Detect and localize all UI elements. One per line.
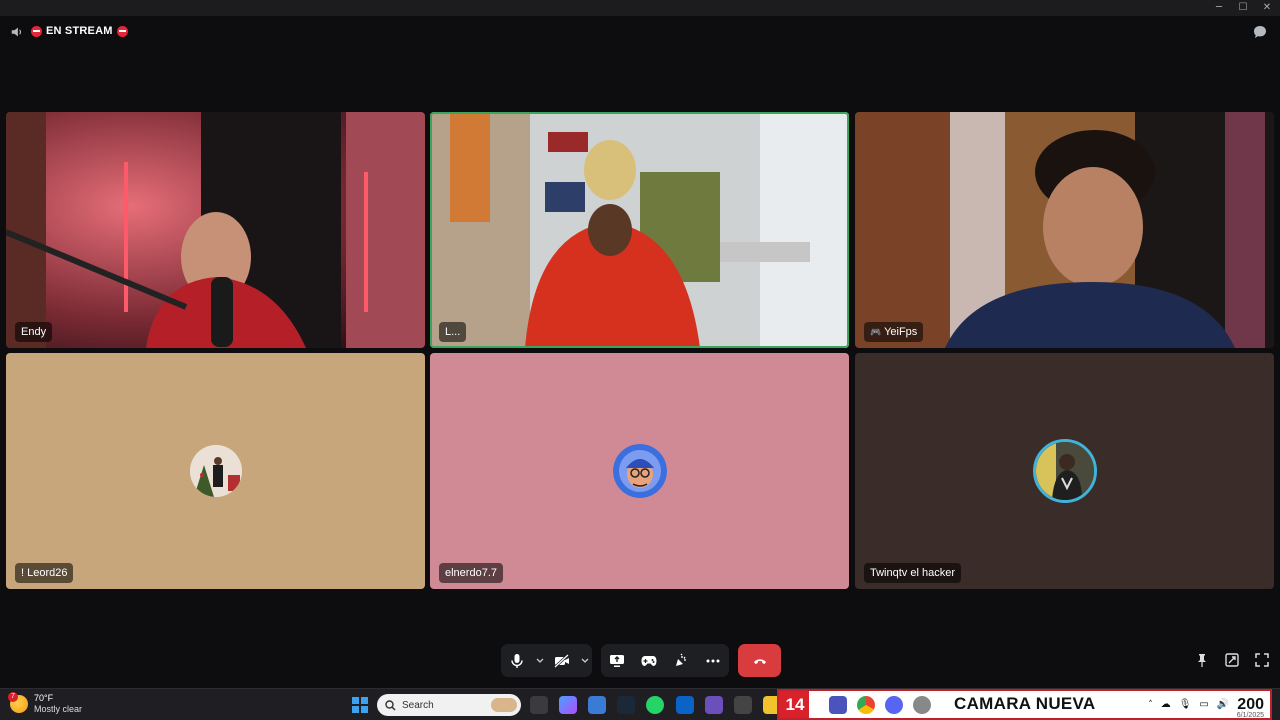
chevron-down-icon — [536, 658, 544, 663]
participant-tile-leord26[interactable]: ! Leord26 — [6, 353, 425, 589]
soundboard-button[interactable] — [665, 644, 697, 677]
participant-tile-yeifps[interactable]: 🎮 YeiFps — [855, 112, 1274, 348]
close-button[interactable]: ✕ — [1262, 3, 1272, 13]
more-icon — [706, 659, 720, 662]
chevron-down-icon — [581, 658, 589, 663]
app-icon[interactable] — [734, 696, 752, 714]
task-view-icon[interactable] — [530, 696, 548, 714]
microphone-icon — [511, 653, 523, 668]
taskbar-search[interactable]: Search — [377, 694, 521, 716]
camera-options-caret[interactable] — [578, 644, 592, 677]
gamepad-icon: 🎮 — [870, 328, 882, 338]
mic-tray-icon[interactable]: 🎙 — [1179, 699, 1192, 710]
overlay-number: 14 — [779, 691, 811, 718]
phone-hangup-icon — [753, 658, 766, 664]
participant-name-text: YeiFps — [884, 326, 918, 338]
weather-condition: Mostly clear — [34, 704, 83, 714]
outlook-icon[interactable] — [676, 696, 694, 714]
soundboard-icon — [676, 653, 686, 666]
teams-icon[interactable] — [829, 695, 847, 714]
camera-off-icon — [554, 653, 570, 668]
avatar — [613, 444, 667, 498]
view-controls — [1194, 652, 1270, 668]
gamepad-icon — [641, 655, 657, 666]
maximize-button[interactable]: ☐ — [1238, 3, 1248, 13]
participant-tile-endy[interactable]: Endy — [6, 112, 425, 348]
copilot-icon[interactable] — [559, 696, 577, 714]
weather-widget[interactable]: 7 70°F Mostly clear — [8, 692, 83, 715]
pin-icon[interactable] — [1194, 652, 1210, 668]
network-icon[interactable]: ☁ — [1161, 699, 1171, 710]
participant-name: ! Leord26 — [15, 563, 74, 583]
taskbar-date: 6/1/2025 — [1236, 712, 1264, 719]
video-feed — [6, 112, 425, 348]
channel-title: EN STREAM — [31, 25, 128, 37]
video-feed — [430, 112, 849, 348]
speaker-icon[interactable]: 🔊 — [1217, 699, 1229, 710]
mic-camera-group — [501, 644, 592, 677]
video-feed — [855, 112, 1274, 348]
no-entry-icon — [116, 25, 128, 37]
steam-icon[interactable] — [617, 696, 635, 714]
screen-share-icon — [610, 654, 624, 667]
avatar — [1033, 439, 1097, 503]
no-entry-icon — [31, 25, 42, 37]
overlay-count: 200 — [1237, 695, 1264, 713]
overlay-app-icons — [809, 691, 931, 718]
popout-icon[interactable] — [1224, 652, 1240, 668]
camera-button[interactable] — [547, 644, 579, 677]
weather-badge: 7 — [8, 692, 18, 702]
volume-icon[interactable] — [10, 25, 24, 39]
stream-overlay: 14 CAMARA NUEVA ˄ ☁ 🎙 ▭ 🔊 200 6/1/2025 — [777, 689, 1272, 720]
participant-tile-twinqtv[interactable]: Twinqtv el hacker — [855, 353, 1274, 589]
participant-name: L... — [439, 322, 467, 342]
activities-button[interactable] — [633, 644, 665, 677]
minimize-button[interactable]: ─ — [1214, 3, 1224, 13]
call-header: EN STREAM — [0, 16, 1280, 48]
search-highlight-icon — [491, 698, 517, 712]
weather-temp: 70°F — [34, 693, 54, 703]
participant-name: 🎮 YeiFps — [864, 322, 924, 342]
weather-icon: 7 — [8, 692, 28, 713]
chrome-icon[interactable] — [857, 695, 875, 714]
whatsapp-icon[interactable] — [646, 696, 664, 714]
discord-call-window: ─ ☐ ✕ EN STREAM Endy L... 🎮 YeiFps ! Leo… — [0, 0, 1280, 720]
mic-options-caret[interactable] — [533, 644, 547, 677]
chat-icon[interactable] — [1252, 24, 1268, 40]
participant-name: elnerdo7.7 — [439, 563, 503, 583]
search-icon — [385, 699, 396, 711]
participant-name: Endy — [15, 322, 53, 342]
channel-title-text: EN STREAM — [46, 25, 113, 37]
obs-icon[interactable] — [913, 695, 931, 714]
discord-icon[interactable] — [885, 695, 903, 714]
screen-share-button[interactable] — [601, 644, 633, 677]
participant-tile-elnerdo77[interactable]: elnerdo7.7 — [430, 353, 849, 589]
start-button[interactable] — [352, 697, 368, 713]
clipchamp-icon[interactable] — [705, 696, 723, 714]
overlay-title: CAMARA NUEVA — [954, 694, 1096, 713]
participant-tile-l[interactable]: L... — [430, 112, 849, 348]
store-icon[interactable] — [588, 696, 606, 714]
avatar — [190, 445, 242, 497]
participant-name: Twinqtv el hacker — [864, 563, 961, 583]
os-taskbar: 7 70°F Mostly clear Search 14 CAMARA NUE… — [0, 688, 1280, 720]
call-controls — [0, 644, 1280, 678]
microphone-button[interactable] — [501, 644, 533, 677]
search-placeholder: Search — [402, 699, 434, 711]
fullscreen-icon[interactable] — [1254, 652, 1270, 668]
more-options-button[interactable] — [697, 644, 729, 677]
disconnect-button[interactable] — [738, 644, 781, 677]
chevron-up-icon[interactable]: ˄ — [1148, 700, 1153, 710]
window-titlebar: ─ ☐ ✕ — [0, 0, 1280, 16]
display-icon[interactable]: ▭ — [1199, 699, 1208, 710]
activity-group — [601, 644, 729, 677]
